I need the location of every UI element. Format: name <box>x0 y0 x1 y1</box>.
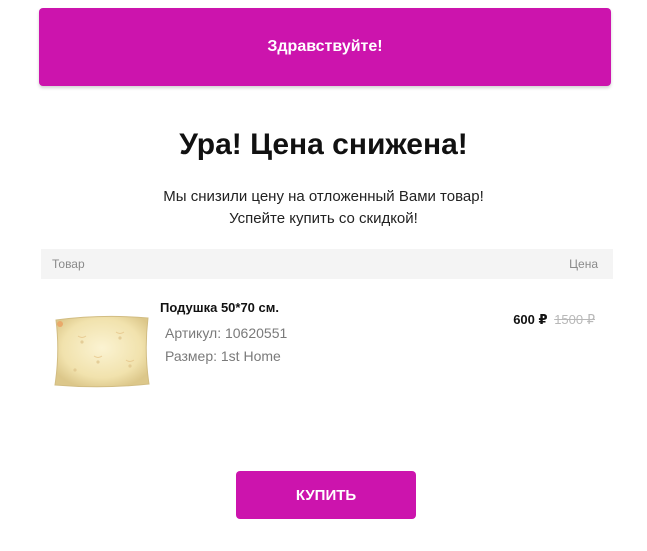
product-size: Размер: 1st Home <box>165 348 281 364</box>
product-name[interactable]: Подушка 50*70 см. <box>160 300 279 315</box>
pillow-image[interactable] <box>50 312 154 390</box>
page-title: Ура! Цена снижена! <box>179 128 468 161</box>
column-header-price: Цена <box>569 257 598 271</box>
subtext-line-2: Успейте купить со скидкой! <box>229 210 418 227</box>
greeting-banner: Здравствуйте! <box>39 8 611 86</box>
price-new: 600 ₽ <box>513 312 548 327</box>
subtext: Мы снизили цену на отложенный Вами товар… <box>0 186 647 230</box>
price-block: 600 ₽ 1500 ₽ <box>513 312 595 328</box>
buy-button[interactable]: КУПИТЬ <box>236 471 416 519</box>
product-sku: Артикул: 10620551 <box>165 325 288 341</box>
column-header-product: Товар <box>52 257 85 271</box>
price-old: 1500 ₽ <box>554 312 595 327</box>
table-header: Товар Цена <box>41 249 613 279</box>
greeting-text: Здравствуйте! <box>267 38 383 55</box>
subtext-line-1: Мы снизили цену на отложенный Вами товар… <box>163 188 484 205</box>
